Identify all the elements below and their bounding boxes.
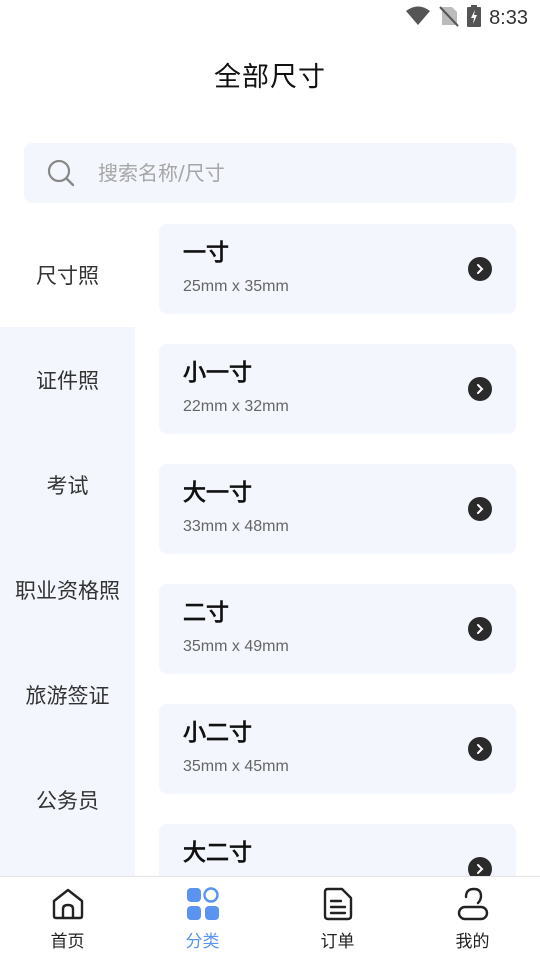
size-dimensions: 25mm x 35mm [183,278,289,295]
sidebar-item-id-photo[interactable]: 证件照 [0,327,135,432]
size-name: 二寸 [183,600,229,626]
size-name: 大一寸 [183,480,252,506]
sidebar-item-professional[interactable]: 职业资格照 [0,537,135,642]
battery-charging-icon [467,5,482,31]
category-sidebar: 尺寸照 证件照 考试 职业资格照 旅游签证 公务员 [0,222,135,876]
status-time: 8:33 [489,6,528,29]
profile-icon [455,886,491,922]
sidebar-item-label: 职业资格照 [15,578,120,603]
tab-label: 分类 [185,932,220,952]
status-bar: 8:33 [0,0,540,36]
sidebar-item-label: 公务员 [36,788,99,813]
chevron-right-icon[interactable] [468,617,492,641]
size-list: 一寸 25mm x 35mm 小一寸 22mm x 32mm 大一寸 33mm … [135,222,540,876]
tab-home[interactable]: 首页 [0,877,135,960]
chevron-right-icon[interactable] [468,737,492,761]
size-dimensions: 22mm x 32mm [183,398,289,415]
list-item[interactable]: 大一寸 33mm x 48mm [159,464,516,554]
category-icon [185,886,221,922]
bottom-tab-bar: 首页 分类 订单 我的 [0,876,540,960]
search-icon [46,158,76,188]
list-item[interactable]: 小二寸 35mm x 45mm [159,704,516,794]
page-title: 全部尺寸 [214,61,326,93]
tab-profile[interactable]: 我的 [405,877,540,960]
chevron-right-icon[interactable] [468,497,492,521]
list-item[interactable]: 小一寸 22mm x 32mm [159,344,516,434]
home-icon [50,886,86,922]
size-name: 一寸 [183,240,229,266]
sidebar-item-travel-visa[interactable]: 旅游签证 [0,642,135,747]
list-item[interactable]: 一寸 25mm x 35mm [159,224,516,314]
sidebar-item-label: 证件照 [36,368,99,393]
size-dimensions: 35mm x 45mm [183,758,289,775]
chevron-right-icon[interactable] [468,857,492,876]
tab-label: 我的 [455,932,490,952]
tab-orders[interactable]: 订单 [270,877,405,960]
search-section [0,112,540,222]
size-dimensions: 33mm x 48mm [183,518,289,535]
size-dimensions: 35mm x 49mm [183,638,289,655]
sidebar-item-size-photo[interactable]: 尺寸照 [0,222,135,327]
tab-label: 首页 [50,932,85,952]
sidebar-item-label: 尺寸照 [36,263,99,288]
chevron-right-icon[interactable] [468,257,492,281]
size-name: 大二寸 [183,840,252,866]
sidebar-item-exam[interactable]: 考试 [0,432,135,537]
sidebar-item-label: 考试 [46,473,89,498]
tab-label: 订单 [320,932,355,952]
wifi-icon [405,6,431,30]
list-item[interactable]: 二寸 35mm x 49mm [159,584,516,674]
size-name: 小一寸 [183,360,252,386]
order-icon [320,886,356,922]
no-sim-icon [439,5,459,31]
search-box[interactable] [24,143,516,203]
search-input[interactable] [98,161,458,185]
sidebar-item-label: 旅游签证 [25,683,110,708]
list-item[interactable]: 大二寸 [159,824,516,876]
size-name: 小二寸 [183,720,252,746]
header: 全部尺寸 [0,36,540,112]
status-icons: 8:33 [405,5,528,31]
sidebar-item-civil-servant[interactable]: 公务员 [0,747,135,852]
chevron-right-icon[interactable] [468,377,492,401]
tab-category[interactable]: 分类 [135,877,270,960]
